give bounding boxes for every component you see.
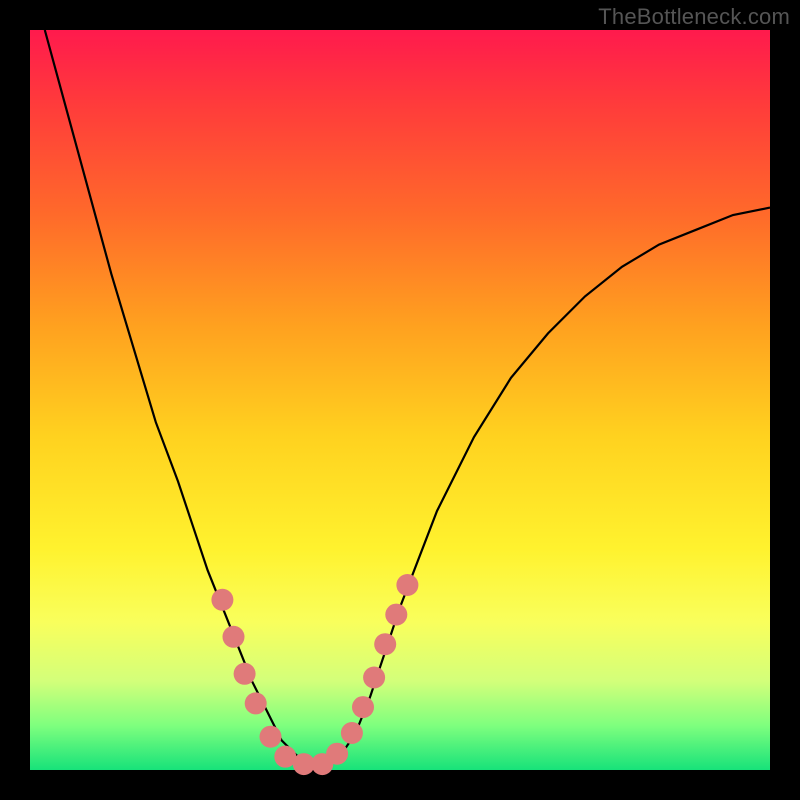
marker-dot	[374, 633, 396, 655]
marker-dot	[211, 589, 233, 611]
marker-dot	[234, 663, 256, 685]
marker-dot	[363, 667, 385, 689]
highlight-markers	[211, 574, 418, 775]
marker-dot	[245, 692, 267, 714]
marker-dot	[326, 743, 348, 765]
marker-dot	[341, 722, 363, 744]
marker-dot	[260, 726, 282, 748]
marker-dot	[396, 574, 418, 596]
marker-dot	[385, 604, 407, 626]
attribution-text: TheBottleneck.com	[598, 4, 790, 30]
marker-dot	[223, 626, 245, 648]
curve-path	[45, 30, 770, 763]
curve-line	[45, 30, 770, 763]
marker-dot	[352, 696, 374, 718]
chart-frame: TheBottleneck.com	[0, 0, 800, 800]
chart-svg	[30, 30, 770, 770]
